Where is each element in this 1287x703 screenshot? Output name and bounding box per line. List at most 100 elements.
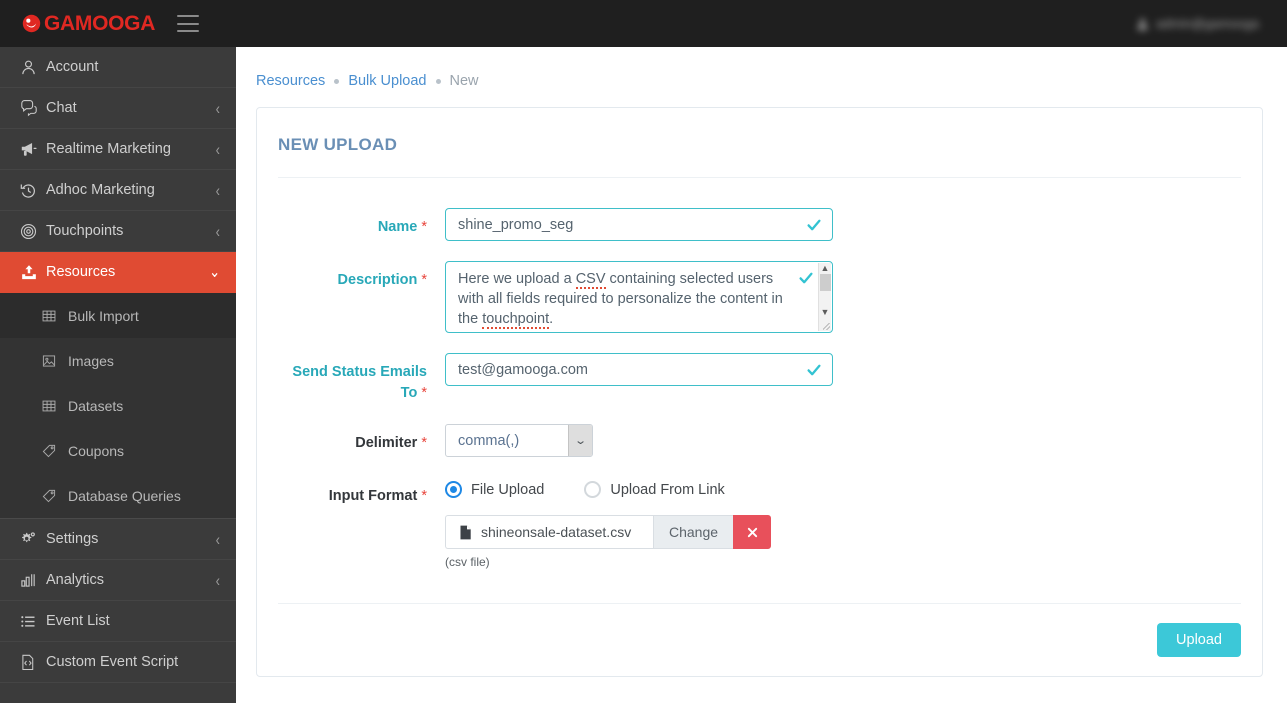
breadcrumb: Resources Bulk Upload New — [236, 47, 1287, 89]
sidebar-subitem-label: Bulk Import — [68, 307, 139, 324]
radio-unselected-icon — [584, 481, 602, 499]
description-textarea[interactable] — [445, 261, 833, 333]
code-file-icon — [20, 654, 46, 671]
sidebar-item-custom-event-script[interactable]: Custom Event Script — [0, 642, 236, 683]
bar-chart-icon — [20, 572, 46, 588]
check-icon — [798, 270, 814, 286]
delimiter-select[interactable]: comma(,) — [445, 424, 593, 458]
required-marker: * — [421, 219, 427, 235]
description-label: Description * — [257, 261, 445, 333]
form-row-status-emails: Send Status Emails To * — [257, 353, 1262, 404]
sidebar-subitem-label: Datasets — [68, 397, 124, 414]
name-input[interactable] — [445, 208, 833, 241]
status-emails-input[interactable] — [445, 353, 833, 386]
breadcrumb-separator-icon — [435, 78, 441, 84]
sidebar-item-settings[interactable]: Settings ‹ — [0, 519, 236, 560]
sidebar-item-label: Realtime Marketing — [46, 141, 171, 157]
gamooga-mark-icon — [22, 14, 41, 33]
required-marker: * — [421, 385, 427, 402]
chevron-left-icon: ‹ — [215, 98, 220, 118]
sidebar-item-touchpoints[interactable]: Touchpoints ‹ — [0, 211, 236, 252]
upload-button[interactable]: Upload — [1157, 623, 1241, 658]
sidebar-item-label: Account — [46, 59, 99, 75]
chevron-left-icon: ‹ — [215, 570, 220, 590]
sidebar-item-label: Chat — [46, 100, 77, 116]
form-actions: Upload — [257, 604, 1262, 658]
textarea-scrollbar[interactable]: ▲ ▼ — [818, 263, 831, 331]
hamburger-menu-icon[interactable] — [177, 15, 200, 32]
file-icon — [459, 525, 472, 540]
description-field-col: Here we upload a CSV containing selected… — [445, 261, 1262, 333]
form-row-name: Name * — [257, 208, 1262, 241]
main-content: Resources Bulk Upload New NEW UPLOAD Nam… — [236, 47, 1287, 703]
breadcrumb-item-bulk-upload[interactable]: Bulk Upload — [348, 73, 426, 89]
chat-icon — [20, 99, 46, 117]
tag-icon — [42, 489, 68, 503]
sidebar: Account Chat ‹ Realtime Marketing ‹ Adho… — [0, 47, 236, 703]
user-menu[interactable]: admin@gamooga — [1126, 10, 1269, 37]
chevron-down-icon[interactable]: ▼ — [821, 307, 830, 318]
sidebar-item-account[interactable]: Account — [0, 47, 236, 88]
sidebar-item-resources[interactable]: Resources ⌄ — [0, 252, 236, 293]
table-icon — [42, 309, 68, 323]
breadcrumb-separator-icon — [334, 78, 340, 84]
sidebar-subitem-label: Database Queries — [68, 487, 181, 504]
sidebar-item-label: Settings — [46, 531, 99, 547]
target-icon — [20, 223, 46, 240]
remove-file-button[interactable] — [733, 515, 772, 550]
sidebar-item-label: Adhoc Marketing — [46, 182, 155, 198]
tag-icon — [42, 444, 68, 458]
sidebar-item-analytics[interactable]: Analytics ‹ — [0, 560, 236, 601]
form-row-input-format: Input Format * File Upload Upload From L… — [257, 473, 1262, 569]
radio-upload-from-link-label: Upload From Link — [610, 481, 725, 498]
delimiter-label-text: Delimiter — [355, 435, 418, 452]
chevron-up-icon[interactable]: ▲ — [821, 263, 830, 274]
radio-file-upload[interactable]: File Upload — [445, 481, 545, 499]
input-format-radio-group: File Upload Upload From Link — [445, 473, 1262, 499]
top-bar: GAMOOGA admin@gamooga — [0, 0, 1287, 47]
status-emails-label-line1: Send Status Emails — [292, 364, 427, 380]
sidebar-item-bulk-import[interactable]: Bulk Import — [0, 293, 236, 338]
sidebar-item-datasets[interactable]: Datasets — [0, 383, 236, 428]
textarea-resize-handle[interactable] — [823, 323, 830, 330]
sidebar-item-label: Resources — [46, 264, 116, 280]
sidebar-item-realtime-marketing[interactable]: Realtime Marketing ‹ — [0, 129, 236, 170]
file-name-text: shineonsale-dataset.csv — [481, 524, 632, 541]
chevron-down-icon: ⌄ — [209, 262, 220, 281]
scrollbar-thumb[interactable] — [819, 274, 831, 291]
sidebar-subnav-resources: Bulk Import Images Datasets Coupons Data… — [0, 293, 236, 518]
file-upload-control: shineonsale-dataset.csv Change — [445, 515, 1262, 550]
file-hint: (csv file) — [445, 555, 490, 570]
required-marker: * — [421, 435, 427, 452]
input-format-field-col: File Upload Upload From Link shineonsale… — [445, 473, 1262, 569]
sidebar-item-database-queries[interactable]: Database Queries — [0, 473, 236, 518]
radio-upload-from-link[interactable]: Upload From Link — [584, 481, 725, 499]
breadcrumb-item-resources[interactable]: Resources — [256, 73, 325, 89]
user-icon — [20, 59, 46, 76]
required-marker: * — [421, 272, 427, 288]
history-icon — [20, 182, 46, 199]
list-icon — [20, 614, 46, 629]
user-avatar-icon — [1137, 18, 1148, 30]
radio-file-upload-label: File Upload — [471, 481, 545, 498]
user-name: admin@gamooga — [1156, 16, 1259, 31]
logo[interactable]: GAMOOGA — [22, 13, 155, 34]
delimiter-field-col: comma(,) ⌄ — [445, 424, 1262, 458]
sidebar-item-coupons[interactable]: Coupons — [0, 428, 236, 473]
breadcrumb-item-new: New — [449, 73, 479, 89]
input-format-label-text: Input Format — [328, 488, 418, 505]
sidebar-item-adhoc-marketing[interactable]: Adhoc Marketing ‹ — [0, 170, 236, 211]
name-label: Name * — [257, 208, 445, 241]
change-file-button[interactable]: Change — [653, 515, 734, 550]
sidebar-item-chat[interactable]: Chat ‹ — [0, 88, 236, 129]
sidebar-item-images[interactable]: Images — [0, 338, 236, 383]
status-emails-label-line2: To — [400, 385, 418, 402]
upload-icon — [20, 264, 46, 281]
file-name-box: shineonsale-dataset.csv — [445, 515, 653, 550]
sidebar-item-event-list[interactable]: Event List — [0, 601, 236, 642]
chevron-left-icon: ‹ — [215, 221, 220, 241]
description-label-text: Description — [337, 272, 418, 288]
chevron-left-icon: ‹ — [215, 139, 220, 159]
sidebar-subitem-label: Images — [68, 352, 114, 369]
chevron-left-icon: ‹ — [215, 529, 220, 549]
